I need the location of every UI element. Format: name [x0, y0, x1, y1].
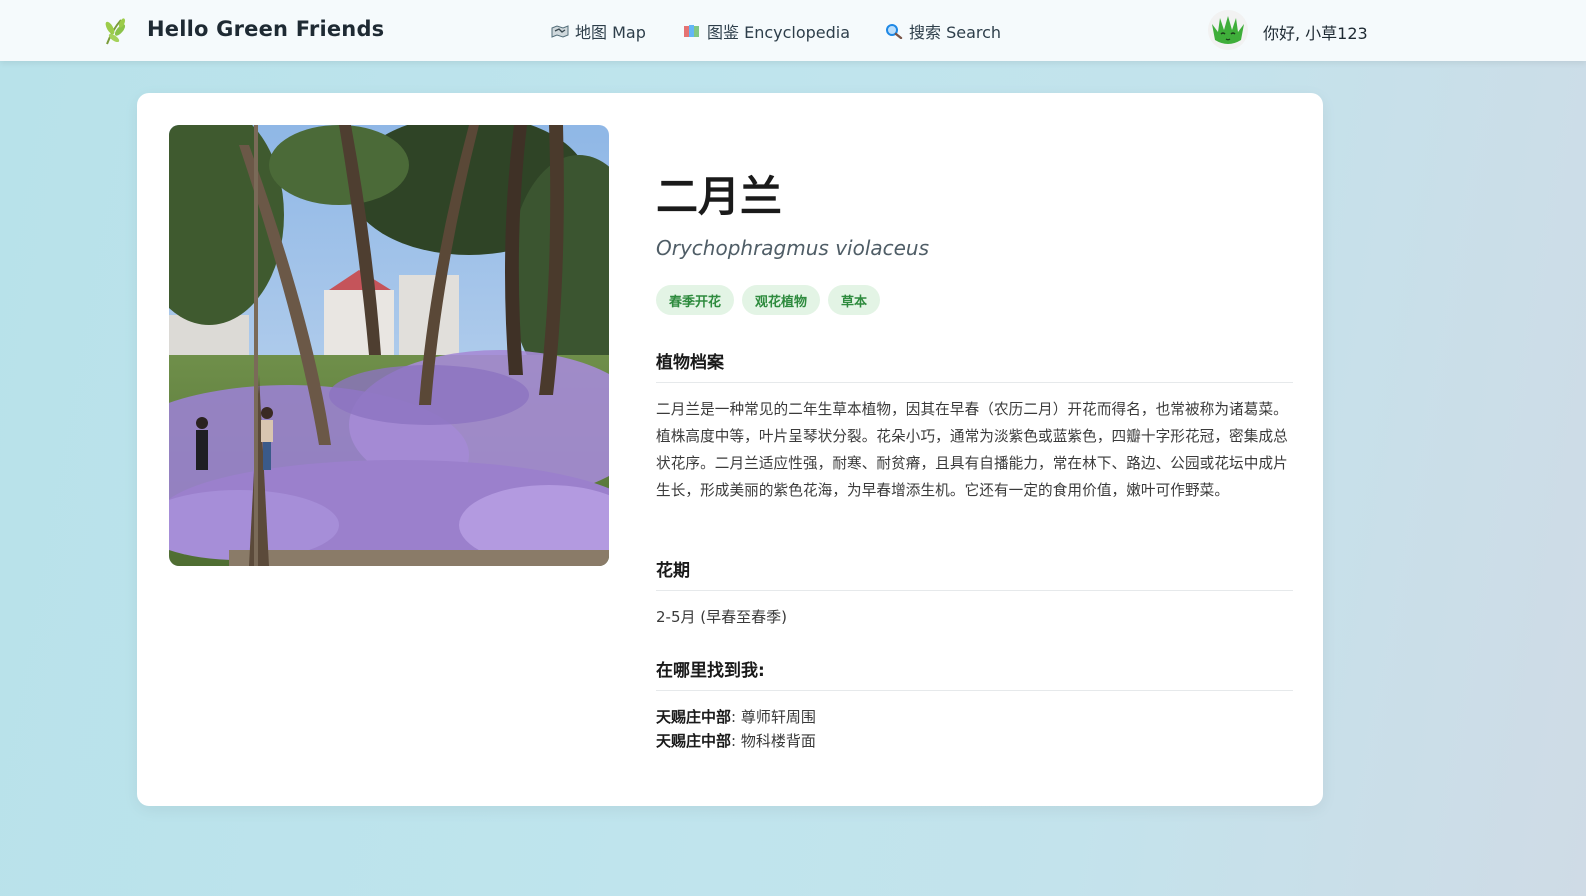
plant-name: 二月兰 — [656, 172, 783, 221]
locations-heading: 在哪里找到我: — [656, 656, 1293, 691]
tag-list: 春季开花 观花植物 草本 — [656, 285, 881, 315]
profile-heading: 植物档案 — [656, 348, 1293, 383]
location-separator: : — [731, 732, 741, 750]
nav-map[interactable]: 地图 Map — [551, 20, 646, 42]
location-item: 天赐庄中部: 尊师轩周围 — [656, 705, 816, 729]
nav-map-label: 地图 Map — [575, 23, 646, 42]
top-navbar: Hello Green Friends 地图 Map 图鉴 Encycloped… — [0, 0, 1586, 61]
leaf-logo-icon[interactable] — [101, 16, 129, 46]
grass-avatar-icon — [1208, 10, 1248, 50]
tag-spring-bloom[interactable]: 春季开花 — [656, 285, 735, 315]
nav-encyclopedia-label: 图鉴 Encyclopedia — [707, 23, 851, 42]
nav-search-label: 搜索 Search — [909, 23, 1002, 42]
location-spot: 物科楼背面 — [740, 732, 816, 750]
tag-ornamental[interactable]: 观花植物 — [742, 285, 821, 315]
location-area: 天赐庄中部 — [656, 732, 732, 750]
plant-description: 二月兰是一种常见的二年生草本植物，因其在早春（农历二月）开花而得名，也常被称为诸… — [656, 401, 1288, 499]
magnifier-icon — [886, 24, 903, 39]
location-list: 天赐庄中部: 尊师轩周围 天赐庄中部: 物科楼背面 — [656, 705, 816, 753]
bloom-period: 2-5月 (早春至春季) — [656, 608, 787, 626]
user-greeting[interactable]: 你好, 小草123 — [1263, 20, 1368, 44]
books-icon — [684, 25, 699, 37]
plant-detail-card: 二月兰 Orychophragmus violaceus 春季开花 观花植物 草… — [137, 93, 1323, 806]
brand-title[interactable]: Hello Green Friends — [147, 17, 384, 41]
user-avatar[interactable] — [1208, 10, 1248, 50]
plant-photo — [169, 125, 609, 566]
location-spot: 尊师轩周围 — [740, 708, 816, 726]
location-separator: : — [731, 708, 741, 726]
bloom-heading: 花期 — [656, 556, 1293, 591]
nav-encyclopedia[interactable]: 图鉴 Encyclopedia — [683, 20, 850, 42]
scientific-name: Orychophragmus violaceus — [656, 236, 930, 260]
tag-herbaceous[interactable]: 草本 — [828, 285, 881, 315]
nav-search[interactable]: 搜索 Search — [885, 20, 1001, 42]
location-area: 天赐庄中部 — [656, 708, 732, 726]
map-icon — [551, 25, 569, 38]
location-item: 天赐庄中部: 物科楼背面 — [656, 729, 816, 753]
